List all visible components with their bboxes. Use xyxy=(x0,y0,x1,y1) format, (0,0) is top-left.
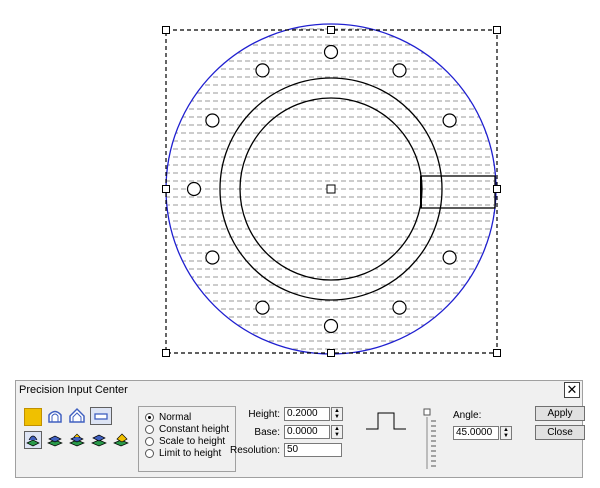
profile-preview-icon xyxy=(366,412,406,430)
radio-label: Normal xyxy=(159,412,192,423)
resize-handle[interactable] xyxy=(327,26,335,34)
panel-title: Precision Input Center xyxy=(19,384,128,396)
resize-handle[interactable] xyxy=(162,26,170,34)
resize-handle[interactable] xyxy=(162,349,170,357)
close-icon[interactable]: ✕ xyxy=(564,382,580,398)
rectangle-icon[interactable] xyxy=(90,407,112,425)
resize-handle[interactable] xyxy=(493,185,501,193)
bolt-hole[interactable] xyxy=(323,318,339,334)
radio-dot[interactable] xyxy=(145,449,154,458)
bolt-hole[interactable] xyxy=(442,250,457,265)
base-spinner[interactable]: ▲ ▼ xyxy=(331,425,343,439)
center-handle[interactable] xyxy=(326,184,336,194)
drawing-canvas[interactable] xyxy=(0,0,600,372)
bolt-hole[interactable] xyxy=(205,113,220,128)
bolt-hole[interactable] xyxy=(186,181,202,197)
square-color-icon[interactable] xyxy=(24,408,42,426)
angle-spinner[interactable]: ▲ ▼ xyxy=(500,426,512,440)
height-label: Height: xyxy=(248,409,280,420)
dome-icon[interactable] xyxy=(46,407,64,425)
bolt-hole[interactable] xyxy=(205,250,220,265)
radio-dot[interactable] xyxy=(145,437,154,446)
resize-handle[interactable] xyxy=(162,185,170,193)
bolt-hole[interactable] xyxy=(255,63,270,78)
resolution-label: Resolution: xyxy=(229,445,280,456)
height-slider[interactable] xyxy=(422,407,440,473)
panel-titlebar[interactable]: Precision Input Center ✕ xyxy=(16,381,582,399)
height-spinner[interactable]: ▲ ▼ xyxy=(331,407,343,421)
layer-tool-1-icon[interactable] xyxy=(24,431,42,449)
bolt-hole[interactable] xyxy=(392,63,407,78)
radio-dot[interactable] xyxy=(145,413,154,422)
apply-button[interactable]: Apply xyxy=(535,406,585,421)
angle-label: Angle: xyxy=(453,410,482,421)
precision-input-panel: Precision Input Center ✕ Normal Constant… xyxy=(15,380,585,478)
angle-field[interactable]: 45.0000 xyxy=(453,426,499,440)
resolution-field[interactable]: 50 xyxy=(284,443,342,457)
layer-tool-4-icon[interactable] xyxy=(90,431,108,449)
layer-tool-2-icon[interactable] xyxy=(46,431,64,449)
bolt-hole[interactable] xyxy=(255,300,270,315)
radio-dot[interactable] xyxy=(145,425,154,434)
close-button[interactable]: Close xyxy=(535,425,585,440)
house-icon[interactable] xyxy=(68,407,86,425)
resize-handle[interactable] xyxy=(327,349,335,357)
layer-tool-3-icon[interactable] xyxy=(68,431,86,449)
bolt-hole[interactable] xyxy=(392,300,407,315)
bolt-hole[interactable] xyxy=(442,113,457,128)
resize-handle[interactable] xyxy=(493,349,501,357)
bolt-hole[interactable] xyxy=(323,44,339,60)
height-field[interactable]: 0.2000 xyxy=(284,407,330,421)
resize-handle[interactable] xyxy=(493,26,501,34)
base-field[interactable]: 0.0000 xyxy=(284,425,330,439)
base-label: Base: xyxy=(254,427,280,438)
layer-tool-5-icon[interactable] xyxy=(112,431,130,449)
